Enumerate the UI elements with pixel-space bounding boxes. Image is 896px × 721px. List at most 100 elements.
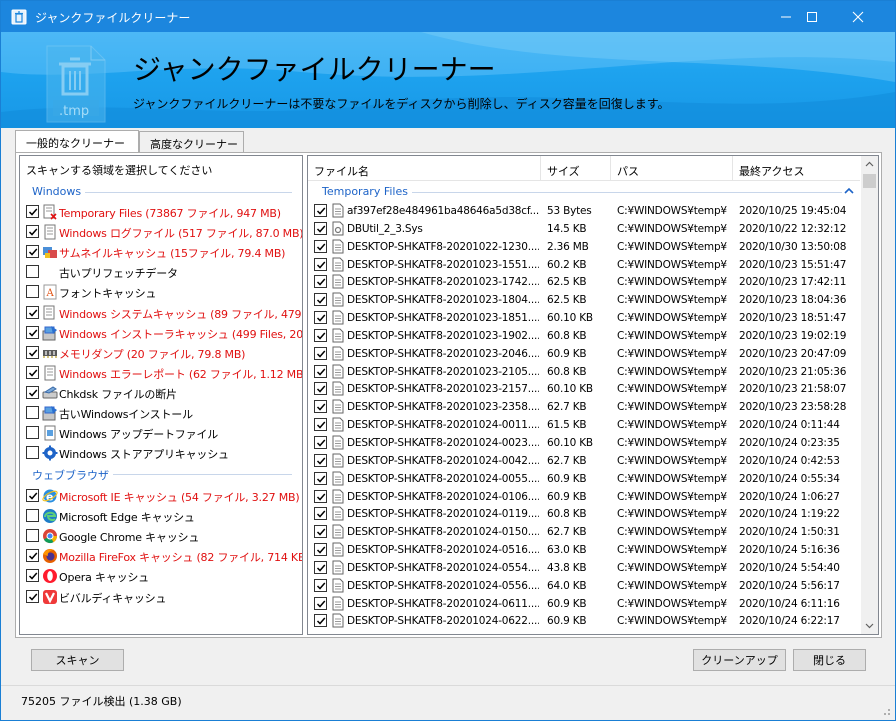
scan-option[interactable]: ビバルディキャッシュ xyxy=(26,587,302,605)
checkbox[interactable] xyxy=(26,426,39,440)
checkbox[interactable] xyxy=(26,569,39,583)
table-row[interactable]: af397ef28e484961ba48646a5d38cf... 53 Byte… xyxy=(308,202,860,220)
scan-option[interactable]: Opera キャッシュ xyxy=(26,566,302,584)
row-checkbox[interactable] xyxy=(314,400,327,414)
scan-option[interactable]: サムネイルキャッシュ (15ファイル, 79.4 MB) xyxy=(26,242,302,260)
checkbox[interactable] xyxy=(26,325,39,339)
row-checkbox[interactable] xyxy=(314,525,327,539)
scan-option[interactable]: Windows ログファイル (517 ファイル, 87.0 MB) xyxy=(26,222,302,240)
table-row[interactable]: DESKTOP-SHKATF8-20201024-0042.... 62.7 KB… xyxy=(308,452,860,470)
maximize-button[interactable] xyxy=(789,1,835,32)
list-group-temporary-files[interactable]: Temporary Files xyxy=(308,182,860,200)
table-row[interactable]: DESKTOP-SHKATF8-20201024-0055.... 60.9 KB… xyxy=(308,470,860,488)
checkbox[interactable] xyxy=(26,245,39,259)
row-checkbox[interactable] xyxy=(314,435,327,449)
checkbox[interactable] xyxy=(26,265,39,279)
resize-grip-icon[interactable] xyxy=(881,706,891,716)
scan-option[interactable]: Windows インストーラキャッシュ (499 Files, 204 MB) xyxy=(26,323,302,341)
scan-option[interactable]: Microsoft Edge キャッシュ xyxy=(26,506,302,524)
table-row[interactable]: DESKTOP-SHKATF8-20201023-1851.... 60.10 K… xyxy=(308,309,860,327)
row-checkbox[interactable] xyxy=(314,382,327,396)
table-row[interactable]: DESKTOP-SHKATF8-20201024-0622.... 60.9 KB… xyxy=(308,612,860,630)
row-checkbox[interactable] xyxy=(314,311,327,325)
scan-option[interactable]: Temporary Files (73867 ファイル, 947 MB) xyxy=(26,202,302,220)
table-row[interactable]: DBUtil_2_3.Sys 14.5 KB C:¥WINDOWS¥temp¥ 202… xyxy=(308,220,860,238)
row-checkbox[interactable] xyxy=(314,239,327,253)
tab-advanced-cleaner[interactable]: 高度なクリーナー xyxy=(139,131,244,153)
table-row[interactable]: DESKTOP-SHKATF8-20201024-0119.... 60.8 KB… xyxy=(308,505,860,523)
row-checkbox[interactable] xyxy=(314,596,327,610)
row-checkbox[interactable] xyxy=(314,471,327,485)
table-row[interactable]: DESKTOP-SHKATF8-20201024-0516.... 63.0 KB… xyxy=(308,541,860,559)
table-row[interactable]: DESKTOP-SHKATF8-20201024-0556.... 64.0 KB… xyxy=(308,577,860,595)
scan-option[interactable]: Google Chrome キャッシュ xyxy=(26,526,302,544)
row-checkbox[interactable] xyxy=(314,293,327,307)
scan-option[interactable]: Chkdsk ファイルの断片 xyxy=(26,383,302,401)
column-header-path[interactable]: パス xyxy=(611,156,733,181)
checkbox[interactable] xyxy=(26,385,39,399)
scan-option[interactable]: Mozilla FireFox キャッシュ (82 ファイル, 714 KB) xyxy=(26,546,302,564)
checkbox[interactable] xyxy=(26,589,39,603)
scan-option[interactable]: メモリダンプ (20 ファイル, 79.8 MB) xyxy=(26,343,302,361)
table-row[interactable]: DESKTOP-SHKATF8-20201024-0023.... 60.10 K… xyxy=(308,434,860,452)
column-header-last-access[interactable]: 最終アクセス xyxy=(733,156,860,181)
close-button[interactable]: 閉じる xyxy=(793,649,866,671)
table-row[interactable]: DESKTOP-SHKATF8-20201023-2358.... 62.7 KB… xyxy=(308,398,860,416)
table-row[interactable]: DESKTOP-SHKATF8-20201023-1742.... 62.5 KB… xyxy=(308,273,860,291)
checkbox[interactable] xyxy=(26,446,39,460)
checkbox[interactable] xyxy=(26,285,39,299)
table-row[interactable]: DESKTOP-SHKATF8-20201024-0106.... 60.9 KB… xyxy=(308,488,860,506)
checkbox[interactable] xyxy=(26,489,39,502)
row-checkbox[interactable] xyxy=(314,489,327,503)
row-checkbox[interactable] xyxy=(314,257,327,271)
scan-option[interactable]: 古いプリフェッチデータ xyxy=(26,262,302,280)
row-checkbox[interactable] xyxy=(314,578,327,592)
checkbox[interactable] xyxy=(26,305,39,319)
row-checkbox[interactable] xyxy=(314,364,327,378)
scan-option[interactable]: Windows アップデートファイル xyxy=(26,423,302,441)
close-window-button[interactable] xyxy=(835,1,881,32)
scan-option[interactable]: Windows ストアアプリキャッシュ xyxy=(26,443,302,461)
row-checkbox[interactable] xyxy=(314,453,327,467)
row-checkbox[interactable] xyxy=(314,543,327,557)
table-row[interactable]: DESKTOP-SHKATF8-20201023-1551.... 60.2 KB… xyxy=(308,256,860,274)
checkbox[interactable] xyxy=(26,205,39,218)
row-checkbox[interactable] xyxy=(314,346,327,360)
checkbox[interactable] xyxy=(26,406,39,419)
tab-general-cleaner[interactable]: 一般的なクリーナー xyxy=(15,130,139,154)
checkbox[interactable] xyxy=(26,529,39,543)
table-row[interactable]: DESKTOP-SHKATF8-20201023-2046.... 60.9 KB… xyxy=(308,345,860,363)
table-row[interactable]: DESKTOP-SHKATF8-20201023-1902.... 60.8 KB… xyxy=(308,327,860,345)
scan-option[interactable]: e Microsoft IE キャッシュ (54 ファイル, 3.27 MB) xyxy=(26,486,302,504)
cleanup-button[interactable]: クリーンアップ xyxy=(693,649,786,671)
checkbox[interactable] xyxy=(26,365,39,379)
checkbox[interactable] xyxy=(26,549,39,563)
scroll-down-button[interactable] xyxy=(861,617,878,634)
scrollbar-thumb[interactable] xyxy=(863,174,876,188)
table-row[interactable]: DESKTOP-SHKATF8-20201024-0011.... 61.5 KB… xyxy=(308,416,860,434)
vertical-scrollbar[interactable] xyxy=(861,156,878,634)
title-bar[interactable]: ジャンクファイルクリーナー xyxy=(1,1,895,32)
table-row[interactable]: DESKTOP-SHKATF8-20201024-0611.... 60.9 KB… xyxy=(308,595,860,613)
row-checkbox[interactable] xyxy=(314,204,327,217)
row-checkbox[interactable] xyxy=(314,221,327,235)
checkbox[interactable] xyxy=(26,225,39,239)
row-checkbox[interactable] xyxy=(314,560,327,574)
scroll-up-button[interactable] xyxy=(861,156,878,173)
checkbox[interactable] xyxy=(26,509,39,523)
row-checkbox[interactable] xyxy=(314,418,327,432)
table-row[interactable]: DESKTOP-SHKATF8-20201023-1804.... 62.5 KB… xyxy=(308,291,860,309)
checkbox[interactable] xyxy=(26,345,39,359)
scan-option[interactable]: 古いWindowsインストール xyxy=(26,403,302,421)
table-row[interactable]: DESKTOP-SHKATF8-20201022-1230.... 2.36 MB… xyxy=(308,238,860,256)
row-checkbox[interactable] xyxy=(314,507,327,521)
scan-button[interactable]: スキャン xyxy=(31,649,124,671)
scan-option[interactable]: A フォントキャッシュ xyxy=(26,282,302,300)
chevron-up-icon[interactable] xyxy=(844,186,854,196)
table-row[interactable]: DESKTOP-SHKATF8-20201023-2105.... 60.8 KB… xyxy=(308,363,860,381)
table-row[interactable]: DESKTOP-SHKATF8-20201024-0554.... 43.8 KB… xyxy=(308,559,860,577)
table-row[interactable]: DESKTOP-SHKATF8-20201023-2157.... 60.10 K… xyxy=(308,380,860,398)
row-checkbox[interactable] xyxy=(314,614,327,628)
column-header-filename[interactable]: ファイル名 xyxy=(308,156,541,181)
scan-option[interactable]: Windows システムキャッシュ (89 ファイル, 479 KB) xyxy=(26,303,302,321)
